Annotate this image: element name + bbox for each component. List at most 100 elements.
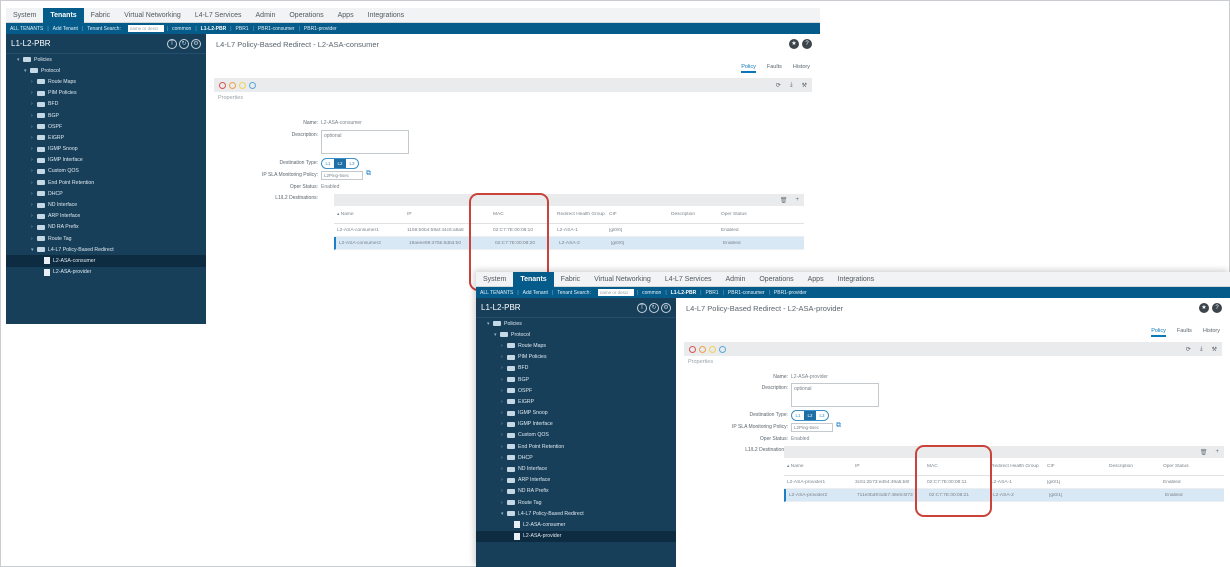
tree-item[interactable]: › End Point Retention — [476, 441, 676, 452]
nav-tab-tenants[interactable]: Tenants — [43, 8, 84, 23]
tenant-link[interactable]: common — [638, 290, 665, 296]
column-header[interactable]: ▴ Name — [334, 212, 404, 218]
tenant-link[interactable]: PBR1 — [232, 26, 253, 32]
tree-item[interactable]: › Route Maps — [476, 340, 676, 351]
gear-icon[interactable]: ⚙ — [661, 302, 671, 313]
fault-status-icon[interactable] — [709, 345, 716, 353]
tab-policy[interactable]: Policy — [1151, 328, 1166, 337]
tenant-link[interactable]: PBR1-consumer — [724, 290, 769, 296]
tab-faults[interactable]: Faults — [1177, 328, 1192, 337]
help-icon[interactable]: ? — [1212, 303, 1222, 313]
tree-item[interactable]: › IGMP Snoop — [6, 144, 206, 155]
tree-item[interactable]: › EIGRP — [476, 396, 676, 407]
column-header[interactable]: Oper Status — [718, 212, 758, 218]
column-header[interactable]: Description — [668, 212, 718, 218]
tab-history[interactable]: History — [793, 64, 810, 73]
nav-tab-virtual-networking[interactable]: Virtual Networking — [587, 272, 658, 287]
tenant-search-input[interactable]: name or descr — [597, 289, 634, 296]
column-header[interactable]: Oper Status — [1160, 464, 1200, 470]
tree-item[interactable]: › DHCP — [476, 452, 676, 463]
trash-icon[interactable]: 🗑 — [780, 197, 788, 204]
add-tenant-link[interactable]: Add Tenant — [519, 290, 552, 296]
column-header[interactable]: Redirect Health Group — [554, 212, 606, 218]
tree-item[interactable]: L2-ASA-provider — [6, 267, 206, 278]
column-header[interactable]: Description — [1106, 464, 1160, 470]
add-icon[interactable]: + — [795, 197, 799, 203]
tree-item[interactable]: › PIM Policies — [476, 352, 676, 363]
tenant-link[interactable]: L1-L2-PBR — [667, 290, 701, 296]
tree-item[interactable]: › Custom QOS — [6, 166, 206, 177]
tenant-link[interactable]: PBR1-provider — [300, 26, 341, 32]
nav-tab-admin[interactable]: Admin — [719, 272, 753, 287]
tenant-link[interactable]: L1-L2-PBR — [197, 26, 231, 32]
fault-status-icon[interactable] — [229, 81, 236, 89]
link-icon[interactable]: ⧉ — [366, 170, 371, 178]
tenant-link[interactable]: PBR1-consumer — [254, 26, 299, 32]
tree-item[interactable]: L2-ASA-provider — [476, 530, 676, 542]
nav-tab-integrations[interactable]: Integrations — [361, 8, 412, 23]
tree-item[interactable]: › ARP Interface — [476, 475, 676, 486]
nav-tab-operations[interactable]: Operations — [282, 8, 330, 23]
refresh-icon[interactable]: ↻ — [179, 38, 189, 49]
nav-tab-l4-l7-services[interactable]: L4-L7 Services — [188, 8, 249, 23]
tab-history[interactable]: History — [1203, 328, 1220, 337]
tree-item[interactable]: › BGP — [476, 374, 676, 385]
destination-type-option[interactable]: L2 — [334, 159, 346, 168]
tenant-link[interactable]: common — [168, 26, 195, 32]
tree-item[interactable]: › DHCP — [6, 188, 206, 199]
tree-item[interactable]: › Route Maps — [6, 76, 206, 87]
tree-item[interactable]: › OSPF — [6, 121, 206, 132]
tenant-link[interactable]: PBR1 — [702, 290, 723, 296]
table-row[interactable]: L2-ASA-provider2 711e0bd9:bdb7:48e5:6f73 0… — [784, 489, 1224, 502]
tenant-icon[interactable]: T — [637, 302, 647, 313]
fault-status-icon[interactable] — [719, 345, 726, 353]
nav-tab-system[interactable]: System — [476, 272, 513, 287]
nav-tab-tenants[interactable]: Tenants — [513, 272, 554, 287]
tree-item[interactable]: ▾ Protocol — [476, 329, 676, 340]
nav-tab-l4-l7-services[interactable]: L4-L7 Services — [658, 272, 719, 287]
nav-tab-operations[interactable]: Operations — [752, 272, 800, 287]
nav-tab-admin[interactable]: Admin — [249, 8, 283, 23]
tree-item[interactable]: › BFD — [476, 363, 676, 374]
column-header[interactable]: CIF — [1044, 464, 1106, 470]
tenant-icon[interactable]: T — [167, 38, 177, 49]
destination-type-option[interactable]: L2 — [804, 411, 816, 420]
refresh-icon[interactable]: ⟳ — [776, 82, 781, 89]
tree-item[interactable]: ▾ L4-L7 Policy-Based Redirect — [6, 244, 206, 255]
column-header[interactable]: IP — [852, 464, 924, 470]
add-icon[interactable]: + — [1215, 449, 1219, 455]
add-tenant-link[interactable]: Add Tenant — [49, 26, 82, 32]
tree-item[interactable]: › IGMP Interface — [6, 155, 206, 166]
tree-item[interactable]: › Custom QOS — [476, 430, 676, 441]
nav-tab-system[interactable]: System — [6, 8, 43, 23]
tree-item[interactable]: › IGMP Interface — [476, 419, 676, 430]
tree-item[interactable]: › BGP — [6, 110, 206, 121]
destination-type-option[interactable]: L3 — [346, 159, 358, 168]
tree-item[interactable]: › ND Interface — [476, 463, 676, 474]
fault-status-icon[interactable] — [239, 81, 246, 89]
destination-type-option[interactable]: L1 — [322, 159, 334, 168]
nav-tab-integrations[interactable]: Integrations — [831, 272, 882, 287]
tree-item[interactable]: › End Point Retention — [6, 177, 206, 188]
table-row[interactable]: L2-ASA-consumer2 19aeee89:375b:6dbd:b0 02:… — [334, 237, 804, 250]
all-tenants-link[interactable]: ALL TENANTS — [6, 26, 47, 32]
destination-type-option[interactable]: L1 — [792, 411, 804, 420]
tree-item[interactable]: L2-ASA-consumer — [6, 255, 206, 267]
tree-item[interactable]: › ARP Interface — [6, 211, 206, 222]
tree-item[interactable]: › EIGRP — [6, 132, 206, 143]
fault-status-icon[interactable] — [699, 345, 706, 353]
table-row[interactable]: L2-ASA-consumer1 1159:b0b4:59af:44c6:a8a6… — [334, 224, 804, 237]
tools-icon[interactable]: ⚒ — [1212, 346, 1217, 353]
tree-item[interactable]: › ND RA Prefix — [6, 222, 206, 233]
nav-tab-apps[interactable]: Apps — [331, 8, 361, 23]
column-header[interactable]: Redirect Health Group — [988, 464, 1044, 470]
tree-item[interactable]: › Route Tag — [6, 233, 206, 244]
tree-item[interactable]: ▾ Policies — [476, 318, 676, 329]
ip-sla-select[interactable]: L2Ping-5sec — [321, 171, 363, 180]
nav-tab-apps[interactable]: Apps — [801, 272, 831, 287]
download-icon[interactable]: ⤓ — [790, 82, 793, 89]
tree-item[interactable]: ▾ Policies — [6, 54, 206, 65]
tab-faults[interactable]: Faults — [767, 64, 782, 73]
refresh-icon[interactable]: ⟳ — [1186, 346, 1191, 353]
tree-item[interactable]: › BFD — [6, 99, 206, 110]
